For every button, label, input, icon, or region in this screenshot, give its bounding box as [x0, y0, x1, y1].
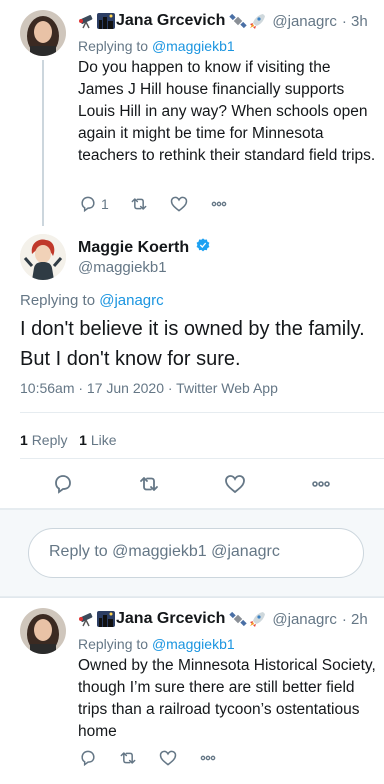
telescope-icon	[78, 13, 96, 29]
tweet-stats: 1 Reply 1 Like	[20, 432, 117, 448]
tweet-time-value: 2h	[351, 610, 368, 628]
heart-icon	[225, 475, 245, 494]
replying-to-link[interactable]: @maggiekb1	[152, 38, 235, 54]
likes-label: Like	[90, 432, 117, 448]
reply-icon	[55, 475, 71, 494]
author-row: Maggie Koerth	[78, 237, 211, 258]
night-city-icon	[97, 13, 115, 29]
author-handle[interactable]: @maggiekb1	[78, 259, 167, 276]
like-button[interactable]	[158, 748, 178, 768]
tweet-jana-2[interactable]: Jana Grcevich @janagrc · 2h Replying to …	[0, 597, 384, 784]
replies-label: Reply	[31, 432, 68, 448]
tweet-text: I don't believe it is owned by the famil…	[20, 318, 365, 370]
divider	[20, 458, 384, 459]
replying-to-link[interactable]: @maggiekb1	[152, 636, 235, 652]
replying-to: Replying to @maggiekb1	[78, 636, 235, 652]
likes-count: 1	[79, 432, 87, 448]
author-name[interactable]: Jana Grcevich	[116, 610, 225, 628]
likes-stat[interactable]: 1 Like	[79, 432, 116, 448]
divider	[20, 412, 384, 413]
replying-to: Replying to @janagrc	[20, 292, 164, 309]
verified-badge-icon	[195, 237, 211, 258]
like-button[interactable]	[169, 194, 189, 214]
reply-count: 1	[101, 196, 109, 212]
more-icon	[312, 481, 330, 487]
replying-to-link[interactable]: @janagrc	[99, 292, 163, 309]
tweet-maggie-focused: Maggie Koerth @maggiekb1 Replying to @ja…	[0, 226, 384, 508]
heart-icon	[159, 750, 177, 766]
satellite-icon	[229, 13, 248, 29]
rocket-icon	[248, 611, 266, 627]
replies-count: 1	[20, 432, 28, 448]
more-icon	[200, 755, 216, 761]
avatar-jana[interactable]	[20, 608, 66, 654]
author-name[interactable]: Maggie Koerth	[78, 239, 189, 257]
avatar-jana[interactable]	[20, 10, 66, 56]
reply-icon	[81, 750, 95, 767]
replying-to: Replying to @maggiekb1	[78, 38, 235, 54]
reply-button[interactable]: 1	[78, 194, 109, 214]
replying-prefix: Replying to	[78, 38, 149, 54]
tweet-actions: 1	[78, 194, 249, 214]
tweet-time-value: 3h	[351, 12, 368, 30]
avatar-maggie[interactable]	[20, 234, 66, 280]
satellite-icon	[229, 611, 248, 627]
reply-button[interactable]	[51, 472, 75, 501]
more-icon	[211, 201, 227, 207]
tweet-meta[interactable]: 10:56am · 17 Jun 2020 · Twitter Web App	[20, 380, 278, 396]
night-city-icon	[97, 611, 115, 627]
tweet-actions	[0, 472, 384, 501]
retweet-icon	[131, 198, 147, 210]
reply-compose-area: Reply to @maggiekb1 @janagrc	[0, 509, 384, 597]
retweet-icon	[120, 752, 136, 764]
telescope-icon	[78, 611, 96, 627]
replying-prefix: Replying to	[20, 292, 96, 309]
more-button[interactable]	[198, 748, 218, 768]
author-row: Jana Grcevich @janagrc · 3h	[78, 12, 368, 30]
retweet-button[interactable]	[137, 472, 161, 501]
like-button[interactable]	[223, 472, 247, 501]
reply-input[interactable]: Reply to @maggiekb1 @janagrc	[28, 528, 364, 578]
retweet-button[interactable]	[129, 194, 149, 214]
tweet-text: Do you happen to know if visiting the Ja…	[78, 59, 376, 164]
tweet-actions	[78, 748, 238, 768]
author-name[interactable]: Jana Grcevich	[116, 12, 225, 30]
retweet-icon	[140, 477, 158, 491]
more-button[interactable]	[209, 194, 229, 214]
author-row: Jana Grcevich @janagrc · 2h	[78, 610, 368, 628]
reply-icon	[81, 196, 95, 213]
retweet-button[interactable]	[118, 748, 138, 768]
more-button[interactable]	[309, 472, 333, 501]
replies-stat[interactable]: 1 Reply	[20, 432, 67, 448]
tweet-jana-1[interactable]: Jana Grcevich @janagrc · 3h Replying to …	[0, 0, 384, 226]
tweet-time[interactable]: · 2h	[342, 611, 368, 628]
tweet-text: Owned by the Minnesota Historical Societ…	[78, 657, 376, 740]
replying-prefix: Replying to	[78, 636, 149, 652]
thread-line	[42, 60, 44, 226]
author-handle[interactable]: @janagrc	[272, 611, 336, 628]
reply-button[interactable]	[78, 748, 98, 768]
tweet-time[interactable]: · 3h	[342, 13, 368, 30]
author-handle[interactable]: @janagrc	[272, 13, 336, 30]
rocket-icon	[248, 13, 266, 29]
heart-icon	[170, 196, 188, 212]
